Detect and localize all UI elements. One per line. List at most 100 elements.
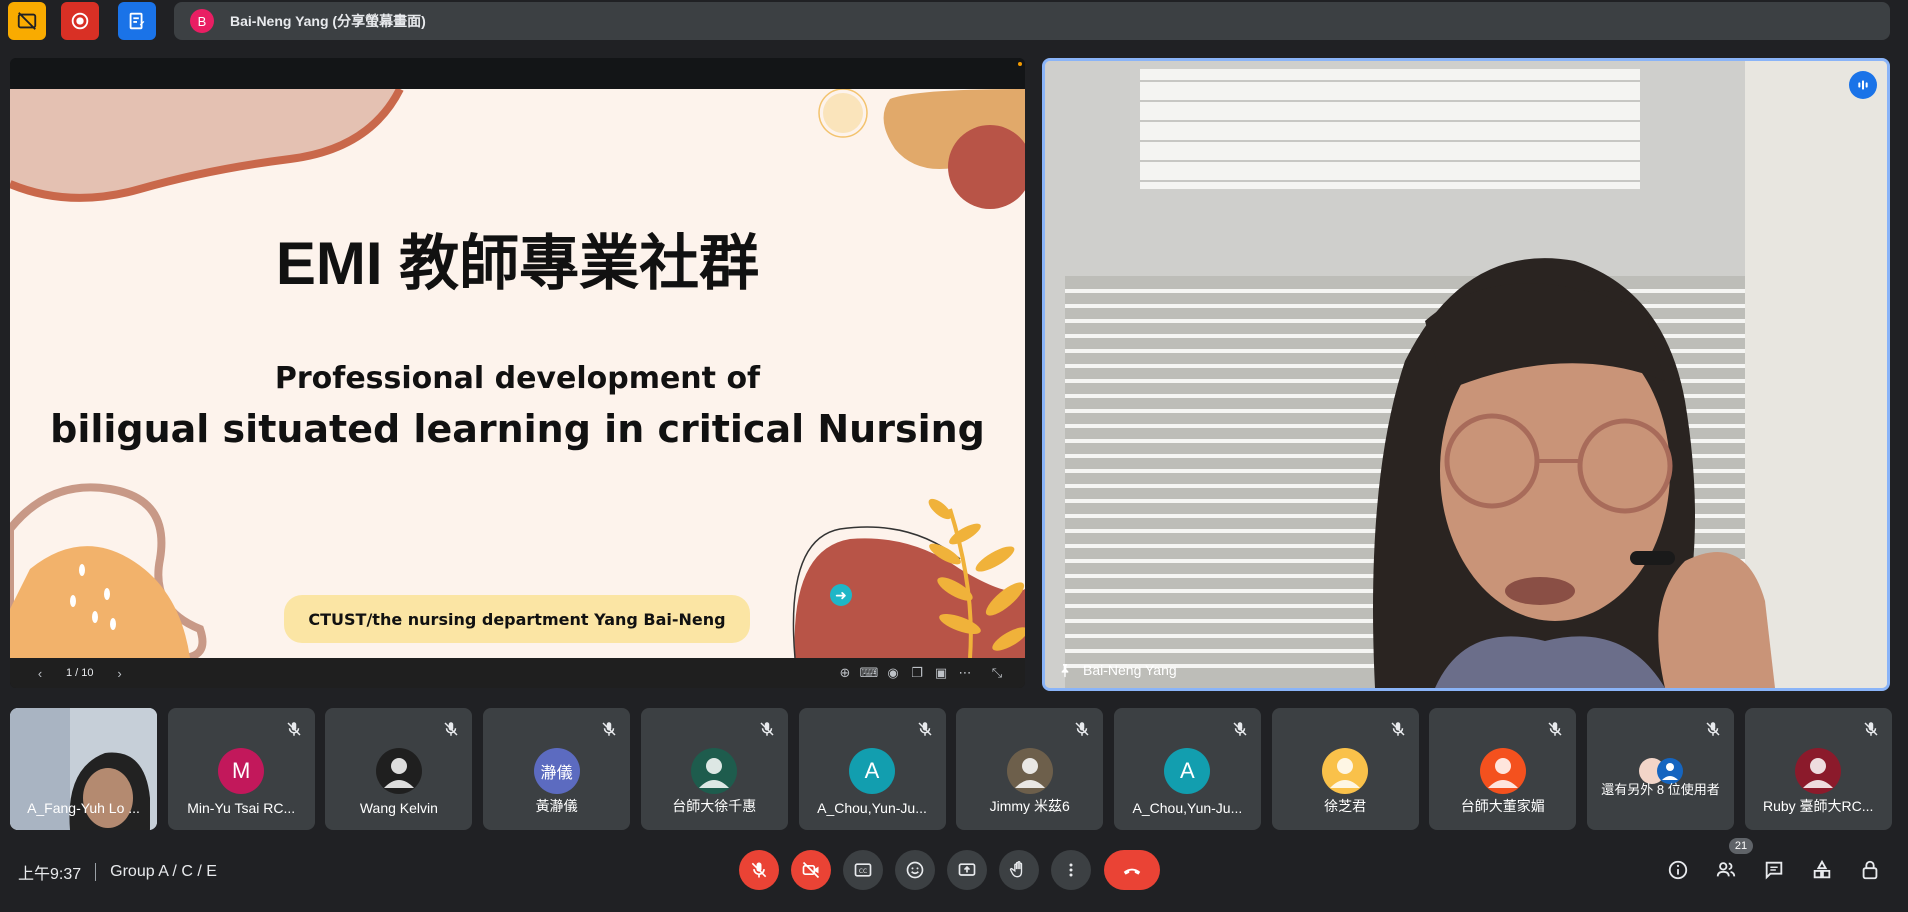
mic-off-icon	[916, 720, 934, 738]
hang-up-icon	[1123, 868, 1141, 875]
no-recording-icon	[17, 12, 37, 30]
participant-tile[interactable]: A A_Chou,Yun-Ju...	[1113, 708, 1261, 830]
record-icon	[71, 12, 89, 30]
mic-off-icon	[1231, 720, 1249, 738]
avatar	[1795, 748, 1842, 794]
meeting-details-button[interactable]	[1664, 856, 1692, 884]
pin-icon[interactable]	[1057, 662, 1073, 678]
participant-tile[interactable]: A_Fang-Yuh Lo ...	[10, 708, 157, 830]
presentation-controls: ‹ 1 / 10 › ⊕ ⌨ ◉ ❐ ▣ ⋯ ⤡	[10, 658, 1025, 688]
keyboard-icon[interactable]: ⌨	[857, 661, 881, 685]
mic-off-icon	[758, 720, 776, 738]
participant-name: 台師大徐千惠	[672, 798, 757, 814]
participant-tile[interactable]: M Min-Yu Tsai RC...	[167, 708, 315, 830]
participant-tile[interactable]: Wang Kelvin	[325, 708, 473, 830]
mic-off-icon	[1073, 720, 1091, 738]
mic-off-icon	[600, 720, 618, 738]
notes-button[interactable]	[118, 2, 156, 40]
status-dot	[1018, 62, 1022, 66]
presenter-banner: B Bai-Neng Yang (分享螢幕畫面)	[174, 2, 1890, 40]
emoji-icon	[906, 861, 924, 879]
more-vert-icon	[1069, 863, 1073, 877]
mic-off-icon	[442, 720, 460, 738]
present-icon	[958, 863, 976, 876]
people-count-badge: 21	[1729, 838, 1753, 854]
participant-name: A_Chou,Yun-Ju...	[1132, 800, 1243, 816]
participant-tile[interactable]: Ruby 臺師大RC...	[1744, 708, 1892, 830]
leave-call-button[interactable]	[1104, 850, 1160, 890]
recording-button[interactable]	[61, 2, 99, 40]
speaker-video[interactable]: Bai-Neng Yang	[1042, 58, 1890, 691]
present-screen-button[interactable]	[947, 850, 987, 890]
mic-toggle-button[interactable]	[739, 850, 779, 890]
participant-tile[interactable]: 台師大董家媚	[1429, 708, 1577, 830]
zoom-icon[interactable]: ⊕	[833, 661, 857, 685]
reactions-button[interactable]	[895, 850, 935, 890]
top-bar: B Bai-Neng Yang (分享螢幕畫面)	[0, 0, 1908, 44]
avatar: 瀞儀	[533, 748, 580, 794]
slide: EMI 教師專業社群 Professional development of b…	[10, 89, 1025, 658]
prev-slide-icon[interactable]: ‹	[28, 661, 52, 685]
slide-subtitle-main: biligual situated learning in critical N…	[50, 407, 985, 451]
participant-name: 徐芝君	[1324, 798, 1367, 814]
raise-hand-button[interactable]	[999, 850, 1039, 890]
no-recording-icon-button[interactable]	[8, 2, 46, 40]
collapse-icon[interactable]: ⤡	[985, 661, 1009, 685]
presentation-header	[10, 58, 1025, 89]
participant-name: 還有另外 8 位使用者	[1601, 782, 1720, 797]
participant-name: A_Fang-Yuh Lo ...	[27, 800, 140, 816]
more-options-button[interactable]	[1051, 850, 1091, 890]
participant-name: Min-Yu Tsai RC...	[187, 800, 296, 816]
speaker-video-frame	[1045, 61, 1887, 688]
avatar: M	[218, 748, 265, 794]
speaker-label: Bai-Neng Yang	[1057, 662, 1177, 678]
info-icon	[1668, 860, 1688, 880]
participant-name: A_Chou,Yun-Ju...	[817, 800, 927, 816]
notes-icon	[129, 12, 145, 30]
broadcast-icon[interactable]: ◉	[881, 661, 905, 685]
avatar: A	[1164, 748, 1211, 794]
captions-icon: CC	[854, 863, 872, 877]
people-icon	[1716, 862, 1736, 877]
svg-text:CC: CC	[859, 869, 867, 875]
avatar: A	[849, 748, 895, 794]
more-icon[interactable]: ⋯	[953, 661, 977, 685]
captions-button[interactable]: CC	[843, 850, 883, 890]
slide-footer: CTUST/the nursing department Yang Bai-Ne…	[284, 595, 750, 643]
slide-subtitle: Professional development of	[274, 361, 761, 396]
avatar	[375, 748, 422, 794]
next-slide-icon[interactable]: ›	[108, 661, 132, 685]
host-controls-button[interactable]	[1856, 856, 1884, 884]
window-icon[interactable]: ❐	[905, 661, 929, 685]
participant-tile[interactable]: 瀞儀 黃瀞儀	[483, 708, 631, 830]
participant-strip: A_Fang-Yuh Lo ... M Min-Yu Tsai RC... Wang …	[10, 708, 1900, 830]
speaking-indicator-icon	[1849, 71, 1877, 99]
page-indicator: 1 / 10	[66, 667, 94, 679]
chat-icon	[1765, 861, 1783, 880]
presenter-title: Bai-Neng Yang (分享螢幕畫面)	[230, 13, 426, 29]
activities-button[interactable]	[1808, 856, 1836, 884]
participant-tile[interactable]: Jimmy 米茲6	[956, 708, 1104, 830]
avatar	[1479, 748, 1526, 794]
participant-tile[interactable]: 台師大徐千惠	[640, 708, 788, 830]
participant-name: 黃瀞儀	[535, 798, 578, 814]
presentation-panel[interactable]: EMI 教師專業社群 Professional development of b…	[10, 58, 1025, 688]
meeting-info: 上午9:37 Group A / C / E	[18, 860, 217, 884]
captions-icon[interactable]: ▣	[929, 661, 953, 685]
mic-off-icon	[1389, 720, 1407, 738]
mic-off-icon	[1546, 720, 1564, 738]
avatar	[1322, 748, 1369, 794]
chat-button[interactable]	[1760, 856, 1788, 884]
camera-toggle-button[interactable]	[791, 850, 831, 890]
participant-name: Ruby 臺師大RC...	[1762, 798, 1874, 814]
participant-tile[interactable]: 徐芝君	[1271, 708, 1419, 830]
avatar: B	[190, 9, 214, 33]
participant-tile[interactable]: A A_Chou,Yun-Ju...	[798, 708, 946, 830]
people-button[interactable]	[1712, 856, 1740, 884]
clock: 上午9:37	[18, 866, 82, 883]
participant-tile[interactable]: 還有另外 8 位使用者	[1587, 708, 1734, 830]
meeting-name: Group A / C / E	[110, 863, 217, 880]
pointer-icon: ➜	[830, 584, 852, 606]
hand-icon	[1009, 861, 1023, 878]
activities-icon	[1813, 859, 1831, 879]
